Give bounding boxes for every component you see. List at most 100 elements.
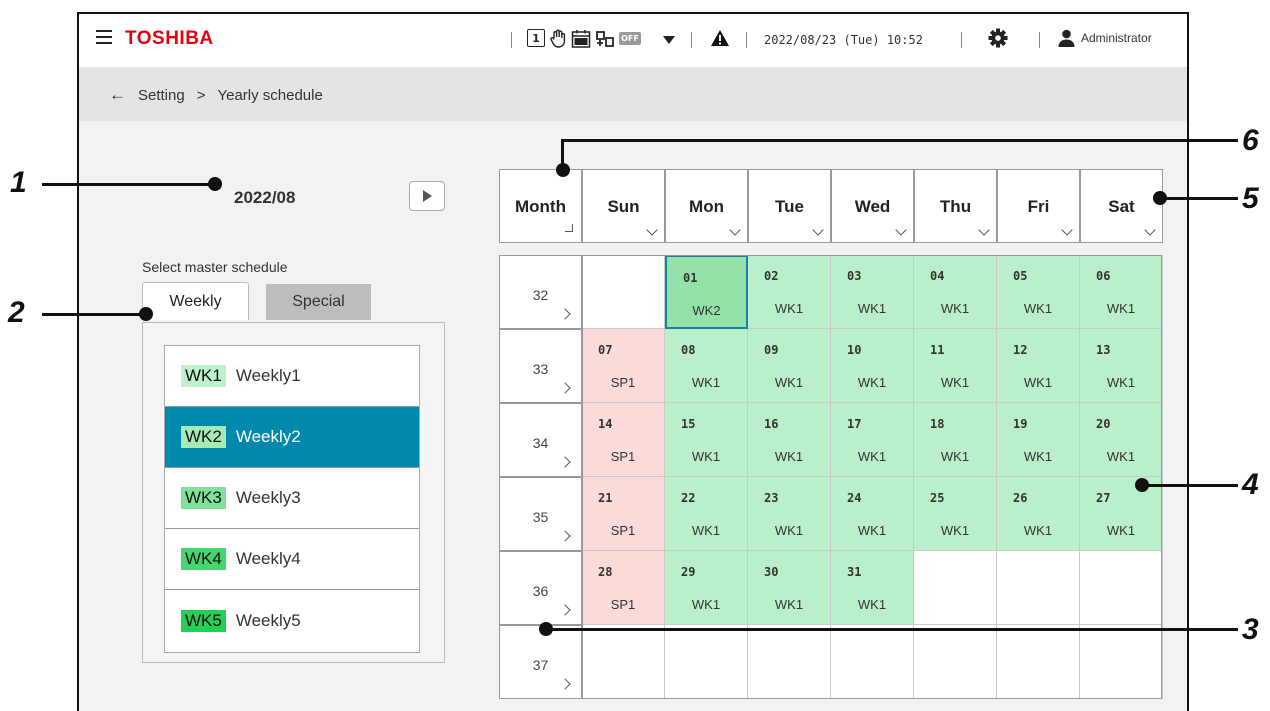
chevron-down-icon [1061,224,1073,236]
calendar-day-cell[interactable]: 25 WK1 [914,477,997,551]
calendar-day-cell[interactable]: 03 WK1 [831,255,914,329]
calendar-day-cell[interactable]: 24 WK1 [831,477,914,551]
calendar-day-cell[interactable] [582,255,665,329]
callout-4-dot [1135,478,1149,492]
month-header-button[interactable]: Month [499,169,582,243]
day-header-button[interactable]: Mon [665,169,748,243]
chevron-down-icon [895,224,907,236]
hamburger-menu-icon[interactable] [96,30,112,44]
list-item-wk5[interactable]: WK5 Weekly5 [165,590,419,651]
list-item-wk2[interactable]: WK2 Weekly2 [165,407,419,468]
calendar-day-cell[interactable]: 02 WK1 [748,255,831,329]
calendar-day-cell[interactable] [914,625,997,699]
calendar-day-cell[interactable]: 15 WK1 [665,403,748,477]
callout-6-line [563,139,1238,142]
calendar-day-cell[interactable]: 17 WK1 [831,403,914,477]
day-header-button[interactable]: Sun [582,169,665,243]
calendar-day-cell[interactable] [748,625,831,699]
week-number-button[interactable]: 33 [499,329,582,403]
tab-weekly[interactable]: Weekly [142,282,249,320]
day-number: 18 [930,417,945,431]
calendar-day-cell[interactable] [582,625,665,699]
status-icons[interactable]: 1 OFF [527,28,641,48]
tab-special[interactable]: Special [266,284,371,320]
week-number-button[interactable]: 37 [499,625,582,699]
calendar-day-cell[interactable]: 22 WK1 [665,477,748,551]
gear-icon[interactable] [988,28,1008,48]
calendar-day-cell[interactable] [1080,551,1163,625]
calendar-day-cell[interactable]: 04 WK1 [914,255,997,329]
day-header-label: Tue [775,197,804,216]
chevron-down-icon [978,224,990,236]
calendar-day-cell[interactable]: 28 SP1 [582,551,665,625]
calendar-day-cell[interactable]: 16 WK1 [748,403,831,477]
calendar-day-cell[interactable] [997,551,1080,625]
day-schedule-code: WK1 [774,597,804,612]
list-item-wk1[interactable]: WK1 Weekly1 [165,346,419,407]
breadcrumb-setting[interactable]: Setting [138,87,185,104]
calendar-day-cell[interactable]: 30 WK1 [748,551,831,625]
day-header-button[interactable]: Thu [914,169,997,243]
day-header-button[interactable]: Fri [997,169,1080,243]
calendar-day-cell[interactable]: 07 SP1 [582,329,665,403]
calendar-day-cell[interactable]: 14 SP1 [582,403,665,477]
breadcrumb-current: Yearly schedule [217,86,323,104]
calendar-day-cell[interactable]: 05 WK1 [997,255,1080,329]
week-number-button[interactable]: 34 [499,403,582,477]
calendar-day-cell[interactable]: 26 WK1 [997,477,1080,551]
callout-3-line [546,628,1238,631]
calendar-day-cell[interactable]: 06 WK1 [1080,255,1163,329]
calendar-day-cell[interactable]: 13 WK1 [1080,329,1163,403]
day-number: 16 [764,417,779,431]
user-menu[interactable]: Administrator [1058,29,1152,47]
back-arrow-icon[interactable]: ← [109,85,126,105]
calendar-day-cell[interactable]: 27 WK1 [1080,477,1163,551]
calendar-off-icon[interactable] [571,29,591,48]
calendar-day-cell[interactable]: 10 WK1 [831,329,914,403]
control-mode-icon[interactable] [595,29,615,48]
day-number: 09 [764,343,779,357]
chevron-down-icon [1144,224,1156,236]
month-header-label: Month [515,197,566,216]
calendar-day-cell[interactable] [831,625,914,699]
list-item-wk4[interactable]: WK4 Weekly4 [165,529,419,590]
calendar-day-cell[interactable]: 01 WK2 [665,255,748,329]
calendar-day-cell[interactable]: 29 WK1 [665,551,748,625]
calendar-day-cell[interactable]: 19 WK1 [997,403,1080,477]
day-header-label: Mon [689,197,724,216]
callout-1-dot [208,177,222,191]
calendar-day-cell[interactable]: 11 WK1 [914,329,997,403]
calendar-day-cell[interactable] [997,625,1080,699]
week-number-button[interactable]: 35 [499,477,582,551]
year-month-label: 2022/08 [234,188,296,207]
calendar-day-cell[interactable]: 12 WK1 [997,329,1080,403]
week-number-button[interactable]: 32 [499,255,582,329]
list-item-wk3[interactable]: WK3 Weekly3 [165,468,419,529]
hand-manual-icon[interactable] [549,29,567,48]
callout-5-label: 5 [1242,182,1259,215]
off-status-icon[interactable]: OFF [619,31,641,45]
day-header-button[interactable]: Sat [1080,169,1163,243]
day-header-button[interactable]: Tue [748,169,831,243]
channel-1-icon[interactable]: 1 [527,29,545,47]
day-schedule-code: WK1 [691,523,721,538]
calendar-day-cell[interactable] [665,625,748,699]
chevron-right-icon [559,678,571,690]
calendar-day-cell[interactable]: 18 WK1 [914,403,997,477]
week-number-label: 37 [532,657,549,673]
calendar-day-cell[interactable] [1080,625,1163,699]
callout-2-label: 2 [8,296,25,329]
next-month-button[interactable] [409,181,445,211]
calendar-day-cell[interactable]: 21 SP1 [582,477,665,551]
day-header-button[interactable]: Wed [831,169,914,243]
schedule-name: Weekly3 [235,488,301,507]
calendar-day-cell[interactable]: 20 WK1 [1080,403,1163,477]
calendar-day-cell[interactable]: 31 WK1 [831,551,914,625]
calendar-day-cell[interactable]: 08 WK1 [665,329,748,403]
calendar-day-cell[interactable] [914,551,997,625]
calendar-day-cell[interactable]: 23 WK1 [748,477,831,551]
calendar-day-cell[interactable]: 09 WK1 [748,329,831,403]
week-number-button[interactable]: 36 [499,551,582,625]
status-dropdown-icon[interactable] [663,36,675,44]
warning-icon[interactable] [710,29,730,47]
